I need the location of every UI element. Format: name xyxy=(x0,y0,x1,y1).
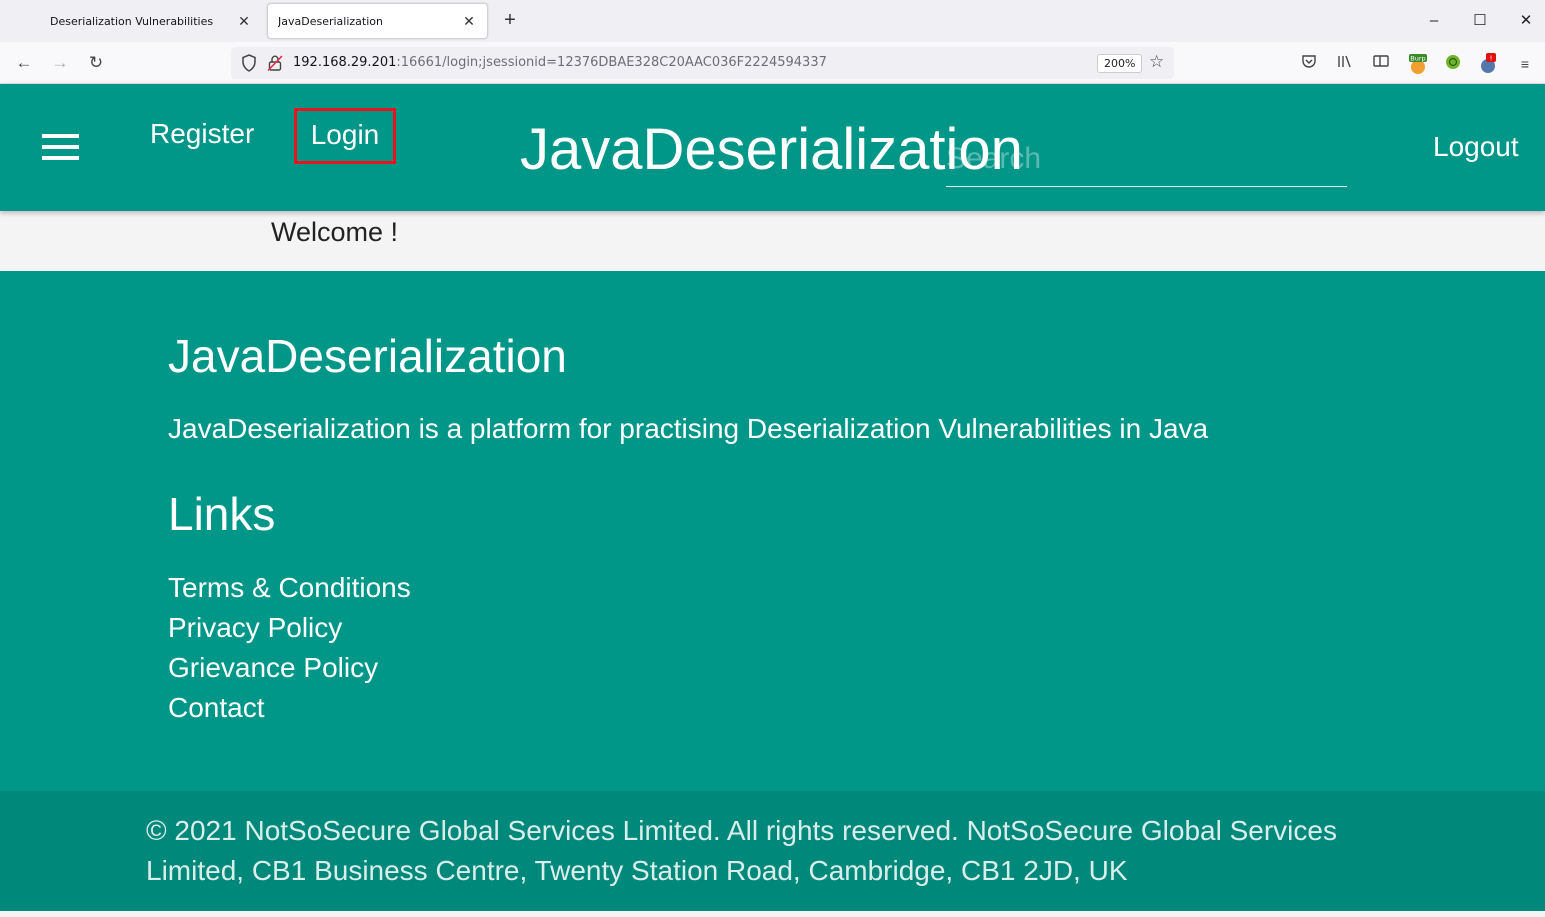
privacy-policy-link[interactable]: Privacy Policy xyxy=(168,612,342,644)
footer-title: JavaDeserialization xyxy=(168,330,567,382)
footer-copyright-bar: © 2021 NotSoSecure Global Services Limit… xyxy=(0,791,1545,911)
close-tab-icon[interactable]: ✕ xyxy=(236,13,252,30)
zoom-level-badge[interactable]: 200% xyxy=(1097,54,1143,73)
grievance-policy-link[interactable]: Grievance Policy xyxy=(168,652,378,684)
svg-text:Burp: Burp xyxy=(1410,55,1425,63)
new-tab-button[interactable]: + xyxy=(500,8,520,32)
search-input[interactable] xyxy=(946,124,1347,186)
welcome-message: Welcome ! xyxy=(271,217,399,247)
shield-icon[interactable] xyxy=(241,54,257,72)
svg-text:!: ! xyxy=(1490,55,1493,63)
maximize-window-icon[interactable]: ☐ xyxy=(1465,6,1495,36)
contact-link[interactable]: Contact xyxy=(168,692,265,724)
minimize-window-icon[interactable]: – xyxy=(1419,6,1449,36)
library-icon[interactable] xyxy=(1334,53,1356,75)
register-link[interactable]: Register xyxy=(150,118,254,150)
forward-arrow-icon[interactable]: → xyxy=(47,50,73,76)
back-arrow-icon[interactable]: ← xyxy=(11,50,37,76)
tab-label: Deserialization Vulnerabilities xyxy=(50,14,214,28)
login-link[interactable]: Login xyxy=(294,108,396,164)
close-window-icon[interactable]: ✕ xyxy=(1511,6,1541,36)
bookmark-star-icon[interactable]: ☆ xyxy=(1149,52,1164,72)
url-path: :16661/login;jsessionid=12376DBAE328C20A… xyxy=(396,55,827,70)
tab-label: JavaDeserialization xyxy=(278,14,383,28)
url-text[interactable]: 192.168.29.201:16661/login;jsessionid=12… xyxy=(293,55,827,70)
close-tab-icon[interactable]: ✕ xyxy=(461,13,477,30)
browser-tab-bar: Deserialization Vulnerabilities ✕ JavaDe… xyxy=(0,0,1545,42)
app-header: Register Login JavaDeserialization Logou… xyxy=(0,84,1545,211)
page-content: Register Login JavaDeserialization Logou… xyxy=(0,84,1545,917)
browser-tab-javadeserialization[interactable]: JavaDeserialization ✕ xyxy=(267,3,488,39)
logout-link[interactable]: Logout xyxy=(1433,131,1519,163)
menu-icon[interactable]: ≡ xyxy=(1514,53,1536,75)
browser-tab-deserialization-vulnerabilities[interactable]: Deserialization Vulnerabilities ✕ xyxy=(40,3,262,39)
pocket-icon[interactable] xyxy=(1298,53,1320,75)
url-host: 192.168.29.201 xyxy=(293,55,397,70)
reload-icon[interactable]: ↻ xyxy=(83,50,109,76)
sidebar-icon[interactable] xyxy=(1370,53,1392,75)
footer-description: JavaDeserialization is a platform for pr… xyxy=(168,413,1209,444)
copyright-text: © 2021 NotSoSecure Global Services Limit… xyxy=(146,815,1337,886)
browser-nav-bar: ← → ↻ 192.168.29.201:16661/login;jsessio… xyxy=(0,42,1545,84)
search-field[interactable] xyxy=(946,124,1347,187)
burp-extension-icon[interactable]: Burp xyxy=(1407,53,1429,75)
terms-conditions-link[interactable]: Terms & Conditions xyxy=(168,572,411,604)
links-heading: Links xyxy=(168,488,276,540)
footer: JavaDeserialization JavaDeserialization … xyxy=(0,271,1545,791)
hamburger-menu-icon[interactable] xyxy=(42,134,79,161)
notification-extension-icon[interactable]: ! xyxy=(1478,53,1500,75)
globe-extension-icon[interactable] xyxy=(1442,53,1464,75)
insecure-lock-icon[interactable] xyxy=(267,54,283,72)
address-bar[interactable]: 192.168.29.201:16661/login;jsessionid=12… xyxy=(231,47,1174,79)
